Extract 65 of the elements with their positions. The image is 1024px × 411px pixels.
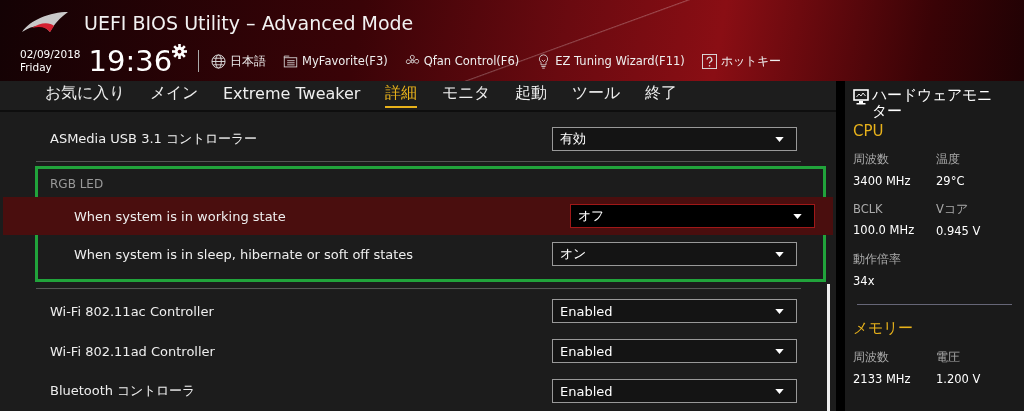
scrollbar[interactable] [827, 284, 830, 411]
stat-value: 100.0 MHz [853, 223, 916, 237]
stat-value: 34x [853, 274, 876, 288]
monitor-icon [853, 89, 869, 105]
tab[interactable]: Extreme Tweaker [223, 84, 361, 107]
caret-icon [793, 213, 802, 219]
stat-value: 29°C [936, 174, 966, 188]
weekday-text: Friday [20, 61, 53, 74]
stat-label: 動作倍率 [853, 252, 902, 267]
tab[interactable]: 終了 [645, 83, 678, 108]
window-title: UEFI BIOS Utility – Advanced Mode [84, 12, 414, 34]
caret-icon [775, 348, 784, 354]
caret-icon [775, 388, 784, 394]
settings-icon[interactable] [172, 44, 188, 59]
tab[interactable]: ツール [572, 83, 621, 108]
setting-row[interactable]: Wi-Fi 802.11ac Controller Enabled [0, 291, 836, 331]
toolbar-button[interactable]: ホットキー [701, 53, 781, 69]
stat-value: 3400 MHz [853, 174, 912, 188]
panel-title: ハードウェアモニター [872, 87, 993, 119]
caret-icon [775, 308, 784, 314]
toolbar-button[interactable]: 日本語 [211, 53, 267, 69]
dropdown[interactable]: Enabled [552, 299, 797, 323]
stat-value: 2133 MHz [853, 372, 912, 386]
setting-row[interactable]: When system is in sleep, hibernate or soft off states オン [38, 235, 823, 273]
caret-icon [775, 251, 784, 257]
list-icon [283, 53, 299, 69]
tab[interactable]: 詳細 [385, 83, 418, 108]
dropdown[interactable]: 有効 [552, 127, 797, 151]
caret-icon [775, 136, 784, 142]
setting-row[interactable]: Bluetooth コントローラ Enabled [0, 371, 836, 411]
section-heading: CPU [853, 122, 885, 140]
clock-time: 19:36 [88, 46, 173, 76]
stat-label: 電圧 [936, 350, 961, 365]
stat-label: 周波数 [853, 152, 890, 167]
stat-label: Vコア [936, 202, 969, 217]
tab[interactable]: 起動 [515, 83, 548, 108]
tab[interactable]: メイン [150, 83, 198, 108]
setting-label: Wi-Fi 802.11ad Controller [50, 343, 215, 359]
setting-label: Wi-Fi 802.11ac Controller [50, 303, 214, 319]
stat-label: 周波数 [853, 350, 890, 365]
setting-label: When system is in sleep, hibernate or soft off states [74, 246, 414, 262]
setting-label: When system is in working state [74, 208, 286, 224]
stat-label: 温度 [936, 152, 961, 167]
toolbar-button[interactable]: MyFavorite(F3) [283, 53, 388, 69]
tab[interactable]: お気に入り [45, 83, 125, 108]
setting-label: ASMedia USB 3.1 コントローラー [50, 130, 257, 148]
toolbar-button[interactable]: Qfan Control(F6) [404, 53, 520, 69]
stat-value: 0.945 V [936, 224, 982, 238]
group-heading: RGB LED [49, 176, 105, 193]
tab[interactable]: モニタ [442, 83, 491, 108]
setting-row[interactable]: ASMedia USB 3.1 コントローラー 有効 [0, 119, 836, 159]
stat-label: BCLK [853, 202, 884, 216]
toolbar-button[interactable]: EZ Tuning Wizard(F11) [536, 53, 685, 69]
stat-value: 1.200 V [936, 372, 982, 386]
setting-row[interactable]: Wi-Fi 802.11ad Controller Enabled [0, 331, 836, 371]
dropdown[interactable]: Enabled [552, 339, 797, 363]
date-text: 02/09/2018 [20, 48, 81, 61]
globe-icon [211, 53, 227, 69]
selected-row[interactable]: When system is in working state オフ [3, 197, 833, 235]
dropdown[interactable]: Enabled [552, 379, 797, 403]
dropdown[interactable]: オフ [570, 204, 815, 228]
dropdown[interactable]: オン [552, 242, 797, 266]
section-heading: メモリー [853, 319, 914, 338]
help-icon [701, 53, 717, 69]
setting-label: Bluetooth コントローラ [50, 382, 196, 400]
